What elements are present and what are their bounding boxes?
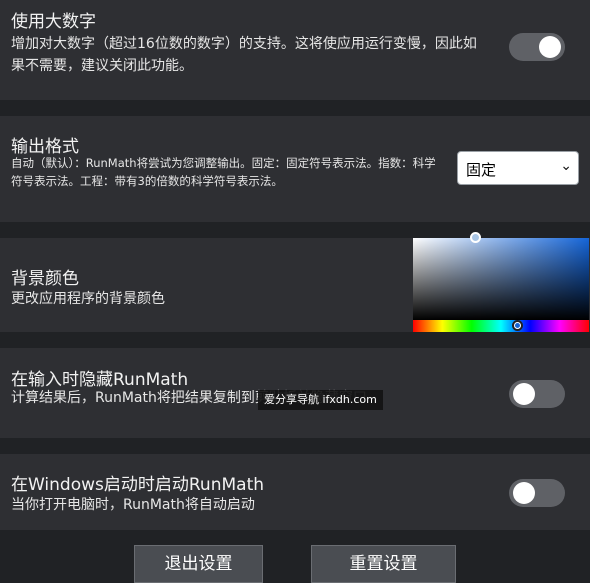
start-on-boot-toggle[interactable] (509, 479, 565, 507)
start-on-boot-description: 当你打开电脑时，RunMath将自动启动 (11, 497, 255, 513)
saturation-value-area[interactable] (413, 238, 589, 320)
output-format-description: 自动（默认）：RunMath将尝试为您调整输出。固定：固定符号表示法。指数：科学… (11, 156, 436, 188)
color-picker (413, 232, 589, 332)
hide-on-input-toggle[interactable] (509, 380, 565, 408)
big-numbers-toggle[interactable] (509, 33, 565, 61)
toggle-knob (513, 482, 535, 504)
hue-handle[interactable] (512, 320, 523, 331)
toggle-knob (513, 383, 535, 405)
start-on-boot-setting: 在Windows启动时启动RunMath 当你打开电脑时，RunMath将自动启… (0, 454, 590, 530)
output-format-select[interactable]: 固定 ⌄ (457, 151, 579, 185)
toggle-knob (539, 36, 561, 58)
watermark-overlay: 爱分享导航 ifxdh.com (258, 390, 383, 410)
reset-settings-button[interactable]: 重置设置 (311, 545, 456, 583)
chevron-down-icon: ⌄ (560, 158, 572, 174)
background-color-description: 更改应用程序的背景颜色 (11, 291, 165, 307)
big-numbers-title: 使用大数字 (11, 12, 96, 32)
output-format-selected-value: 固定 (466, 161, 497, 179)
big-numbers-description: 增加对大数字（超过16位数的数字）的支持。这将使应用运行变慢，因此如果不需要，建… (11, 36, 477, 74)
start-on-boot-title: 在Windows启动时启动RunMath (11, 475, 265, 495)
hue-slider[interactable] (413, 320, 589, 332)
exit-settings-button[interactable]: 退出设置 (134, 545, 263, 583)
background-color-title: 背景颜色 (11, 269, 79, 289)
big-numbers-setting: 使用大数字 增加对大数字（超过16位数的数字）的支持。这将使应用运行变慢，因此如… (0, 0, 590, 100)
saturation-handle[interactable] (470, 232, 481, 243)
